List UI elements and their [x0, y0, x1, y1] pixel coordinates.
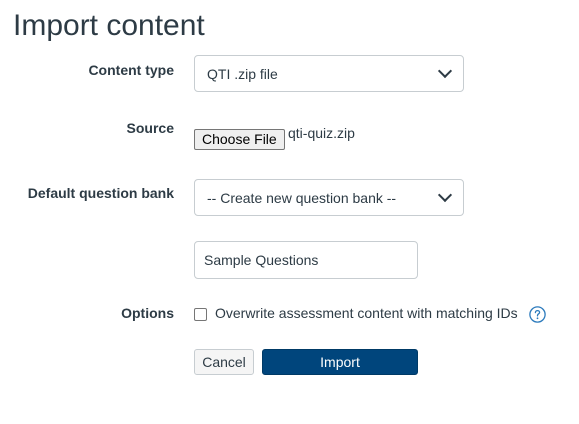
content-type-selected-value: QTI .zip file	[207, 65, 278, 82]
question-bank-label: Default question bank	[27, 185, 174, 201]
cancel-button[interactable]: Cancel	[194, 349, 254, 375]
import-content-page: Import content Content type QTI .zip fil…	[0, 0, 579, 424]
source-label: Source	[126, 120, 174, 136]
chevron-down-icon	[437, 63, 453, 79]
chevron-down-icon	[437, 187, 453, 203]
options-label: Options	[121, 305, 174, 321]
content-type-label: Content type	[88, 62, 174, 78]
choose-file-button[interactable]: Choose File	[194, 129, 285, 150]
selected-file-name: qti-quiz.zip	[288, 125, 355, 141]
new-question-bank-name-input[interactable]	[194, 241, 418, 279]
content-type-select[interactable]: QTI .zip file	[194, 55, 464, 92]
question-bank-selected-value: -- Create new question bank --	[207, 189, 397, 206]
question-bank-select[interactable]: -- Create new question bank --	[194, 179, 464, 216]
overwrite-checkbox[interactable]	[194, 308, 207, 321]
overwrite-checkbox-label[interactable]: Overwrite assessment content with matchi…	[215, 305, 518, 321]
page-title: Import content	[13, 9, 205, 42]
import-button[interactable]: Import	[262, 349, 418, 375]
question-mark-icon[interactable]	[529, 306, 546, 323]
